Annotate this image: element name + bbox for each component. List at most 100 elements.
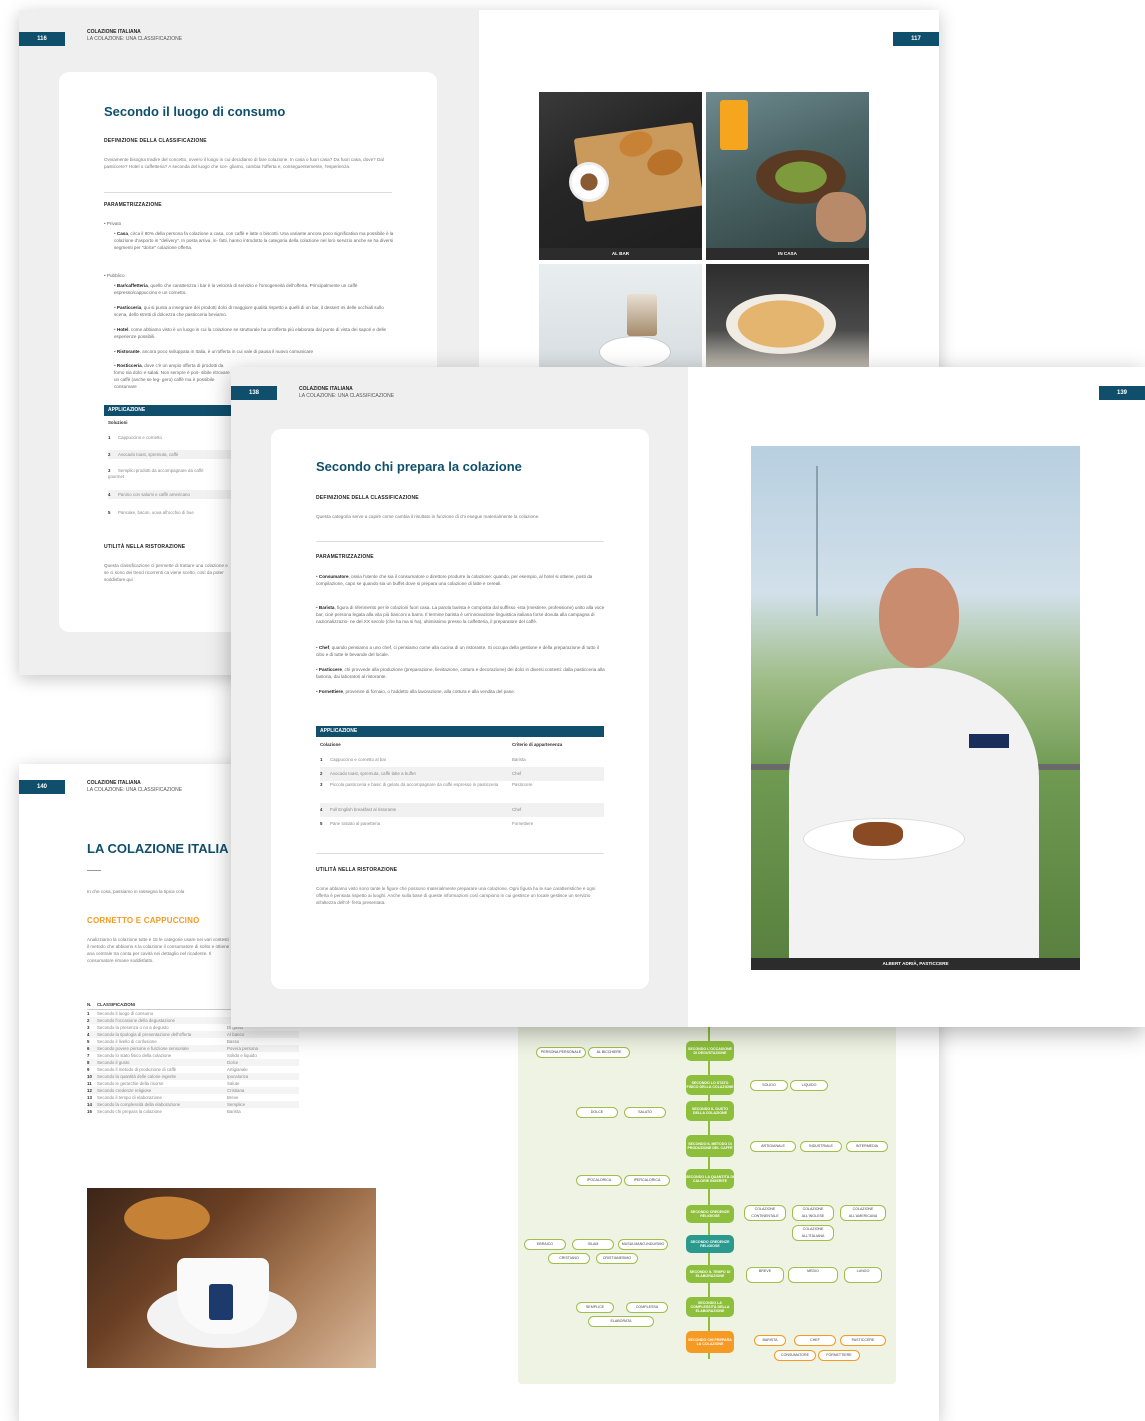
diagram-leaf: ISLAM: [572, 1239, 614, 1250]
diagram-node-taste: SECONDO IL GUSTO DELLA COLAZIONE: [686, 1101, 734, 1121]
tart: [853, 822, 903, 846]
page-title: Secondo chi prepara la colazione: [316, 459, 522, 474]
diagram-leaf: COLAZIONE ALL'ITALIANA: [792, 1225, 834, 1241]
divider: [104, 192, 392, 193]
diagram-leaf: ELABORATA: [588, 1316, 654, 1327]
page-number: 140: [19, 780, 65, 794]
diagram-node-occasion: SECONDO L'OCCASIONE DI DEGUSTAZIONE: [686, 1041, 734, 1061]
diagram-leaf: ARTIGIANALE: [750, 1141, 796, 1152]
running-head: COLAZIONE ITALIANA LA COLAZIONE: UNA CLA…: [87, 29, 182, 43]
diagram-node-time: SECONDO IL TEMPO DI ELABORAZIONE: [686, 1265, 734, 1283]
body-text: Analizziamo la colazione tutte e 15 le c…: [87, 937, 230, 963]
diagram-leaf: MUSULMANO-INDUISMO: [618, 1239, 668, 1250]
diagram-node-calories: SECONDO LA QUANTITÀ DI CALORIE INGERITE: [686, 1169, 734, 1189]
diagram-leaf: MEDIO: [788, 1267, 838, 1283]
section-heading: PARAMETRIZZAZIONE: [316, 554, 374, 560]
diagram-leaf: INTERMEDIA: [846, 1141, 888, 1152]
photo-caption: AL BAR: [539, 248, 702, 260]
table-row: 1 Cappuccino e cornetto al bar Barista: [320, 757, 526, 762]
diagram-node-religion: SECONDO CREDENZE RELIGIOSE: [686, 1235, 734, 1253]
diagram-leaf: COLAZIONE CONTINENTALE: [744, 1205, 786, 1221]
running-head-sub: LA COLAZIONE: UNA CLASSIFICAZIONE: [87, 36, 183, 42]
table-header: Soluzioni: [108, 420, 128, 425]
running-head-title: COLAZIONE ITALIANA: [87, 29, 141, 35]
table-row: 12 Secondo credenze religiose Cristiana: [87, 1087, 299, 1094]
table-row: 13 Secondo il tempo di elaborazione Breve: [87, 1095, 239, 1100]
list-item: • Bar/caffetteria, quello che caratteriz…: [114, 283, 358, 295]
running-head-sub: LA COLAZIONE: UNA CLASSIFICAZIONE: [299, 393, 395, 399]
table-row: 6 Secondo povere persone e funzione senso…: [87, 1045, 299, 1052]
diagram-leaf: BARISTA: [754, 1335, 786, 1346]
table-row: 4 Secondo la tipologia di presentazione d…: [87, 1031, 299, 1038]
photo-caption: ALBERT ADRIÀ, PASTICCERE: [751, 958, 1080, 970]
diagram-leaf: CONSUMATORE: [774, 1350, 816, 1361]
photo-home-breakfast: IN CASA: [706, 92, 869, 260]
photo-soup-bowl: [706, 264, 869, 374]
page-title: Secondo il luogo di consumo: [104, 104, 286, 119]
classification-diagram: SECONDO L'OCCASIONE DI DEGUSTAZIONE PERS…: [518, 1019, 896, 1384]
diagram-leaf: BREVE: [746, 1267, 784, 1283]
diagram-leaf: COLAZIONE ALL'AMERICANA: [840, 1205, 886, 1221]
utility-text: Questa classificazione ci permette di tr…: [104, 563, 228, 582]
table-row: 8 Secondo il gusto Dolce: [87, 1059, 299, 1066]
page-number: 139: [1099, 386, 1145, 400]
diagram-leaf: SEMPLICE: [576, 1302, 614, 1313]
page-title: LA COLAZIONE ITALIA: [87, 841, 229, 856]
bullet-private: • Privato: [104, 221, 122, 226]
list-item: • Pasticcere, chi provvede alla produzio…: [316, 667, 605, 679]
page-number: 138: [231, 386, 277, 400]
lavazza-logo: [969, 734, 1009, 748]
table-row: 11 Secondo le gerarchie della risorse Salu…: [87, 1081, 240, 1086]
list-item: • Ristorante, ancora poco sviluppata in …: [114, 349, 314, 354]
glass-jar: [627, 294, 657, 336]
table-row: 9 Secondo il metodo di produzione di caff…: [87, 1067, 248, 1072]
running-head-sub: LA COLAZIONE: UNA CLASSIFICAZIONE: [87, 787, 183, 793]
diagram-leaf: COLAZIONE ALL'INGLESE: [792, 1205, 834, 1221]
running-head: COLAZIONE ITALIANA LA COLAZIONE: UNA CLA…: [87, 780, 182, 794]
crane: [816, 466, 818, 616]
diagram-node-physical-state: SECONDO LO STATO FISICO DELLA COLAZIONE: [686, 1075, 734, 1095]
application-table: 1 Cappuccino e cornetto al bar Barista 2 Avo…: [320, 753, 604, 831]
diagram-node-type: SECONDO CREDENZE RELIGIOSE: [686, 1205, 734, 1223]
section-heading: PARAMETRIZZAZIONE: [104, 202, 162, 208]
diagram-leaf: IPERCALORICA: [624, 1175, 670, 1186]
diagram-leaf: PASTICCERE: [840, 1335, 886, 1346]
definition-text: Ovviamente bisogna tradire del concetto,…: [104, 157, 384, 169]
table-row: 10 Secondo la quantità delle calorie inge…: [87, 1073, 299, 1080]
plate: [599, 336, 671, 368]
bowl: [726, 294, 836, 354]
photo-hotel-breakfast: [539, 264, 702, 374]
table-row: 4 Full English breakfast al ristorante Che…: [320, 803, 604, 817]
diagram-leaf: IPOCALORICA: [576, 1175, 622, 1186]
diagram-leaf: LIQUIDO: [790, 1080, 828, 1091]
diagram-leaf: LUNGO: [844, 1267, 882, 1283]
page-number: 117: [893, 32, 939, 46]
diagram-node-coffee-method: SECONDO IL METODO DI PRODUZIONE DEL CAFF…: [686, 1135, 734, 1157]
diagram-node-complexity: SECONDO LA COMPLESSITÀ DELLA ELABORAZION…: [686, 1297, 734, 1317]
content-card: Secondo chi prepara la colazione DEFINIZ…: [271, 429, 649, 989]
page-left: 138 COLAZIONE ITALIANA LA COLAZIONE: UNA…: [231, 367, 688, 1027]
list-item: • Fornettiere, provenire di fornaio, o l…: [316, 689, 516, 694]
application-bar: APPLICAZIONE: [316, 726, 604, 737]
diagram-leaf: SALATO: [624, 1107, 666, 1118]
photo-chef-portrait: ALBERT ADRIÀ, PASTICCERE: [751, 446, 1080, 970]
photo-bar-breakfast: AL BAR: [539, 92, 702, 260]
list-item: • Rosticceria, dove c'è un ampio offerta…: [114, 363, 230, 389]
table-row: 2 Avocado toast, spremuta, caffè latte a …: [320, 767, 604, 781]
diagram-leaf: EBRAICO: [524, 1239, 566, 1250]
table-row: 14 Secondo la complessità della elaborazi…: [87, 1101, 299, 1108]
diagram-leaf: CRISTIANO: [548, 1253, 590, 1264]
table-row: 5 Secondo il livello di confusione Basso: [87, 1039, 240, 1044]
chef-head: [879, 568, 959, 668]
diagram-node-who-prepares: SECONDO CHI PREPARA LA COLAZIONE: [686, 1331, 734, 1353]
list-item: • Chef, quando pensiamo a uno chef, ci p…: [316, 645, 599, 657]
juice-glass: [720, 100, 748, 150]
croissant: [107, 1188, 227, 1248]
diagram-leaf: PERSONA PERSONALE: [536, 1047, 586, 1058]
definition-text: Questa categoria serve a capire come cam…: [316, 514, 540, 519]
diagram-leaf: COMPLESSA: [626, 1302, 668, 1313]
photo-cappuccino: [87, 1188, 376, 1368]
section-subtitle: CORNETTO E CAPPUCCINO: [87, 916, 200, 925]
running-head-title: COLAZIONE ITALIANA: [87, 780, 141, 786]
table-row: 3 Piccola pasticceria e basic di gelato d…: [320, 782, 533, 787]
